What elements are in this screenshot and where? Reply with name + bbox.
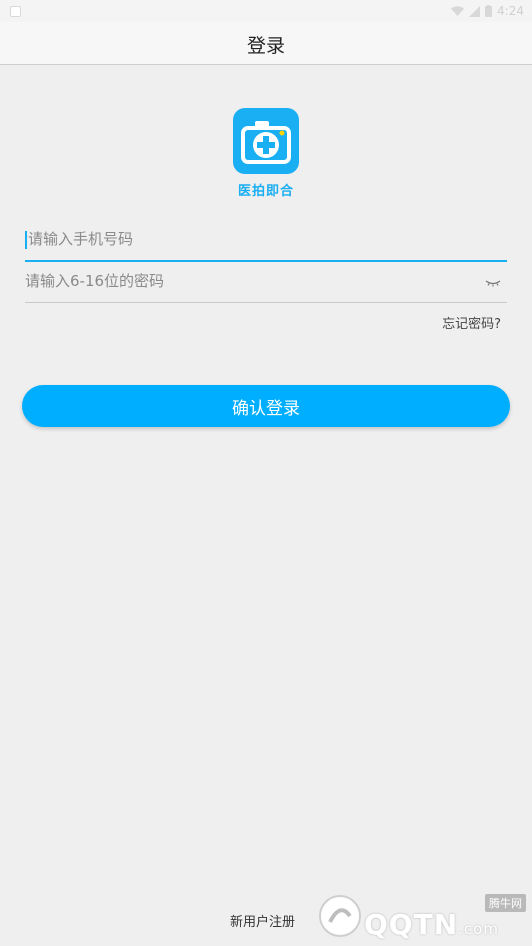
status-time: 4:24: [497, 4, 524, 18]
status-icons: 4:24: [451, 3, 524, 19]
forgot-password-link[interactable]: 忘记密码?: [442, 313, 501, 332]
password-input[interactable]: [25, 262, 465, 300]
confirm-login-button[interactable]: 确认登录: [22, 385, 510, 427]
watermark-text: QQTN.com: [364, 908, 499, 941]
watermark-logo-icon: [319, 895, 361, 937]
wifi-icon: [451, 5, 465, 16]
notification-icon: [10, 6, 21, 17]
register-link[interactable]: 新用户注册: [230, 911, 295, 930]
text-cursor: [25, 231, 27, 249]
phone-field[interactable]: [25, 220, 507, 262]
app-name: 医拍即合: [237, 184, 294, 199]
header: 登录: [0, 22, 532, 65]
signal-icon: [469, 5, 481, 17]
phone-input[interactable]: [28, 220, 468, 258]
watermark-badge: 腾牛网: [485, 894, 526, 912]
page-title: 登录: [246, 35, 285, 57]
battery-icon: [485, 5, 493, 17]
camera-medical-cross-icon: [241, 121, 291, 164]
status-bar: 4:24: [0, 0, 532, 22]
eye-closed-icon[interactable]: [485, 274, 501, 290]
app-logo: [233, 108, 299, 174]
password-field[interactable]: [25, 262, 507, 303]
watermark: QQTN.com 腾牛网: [316, 890, 526, 942]
